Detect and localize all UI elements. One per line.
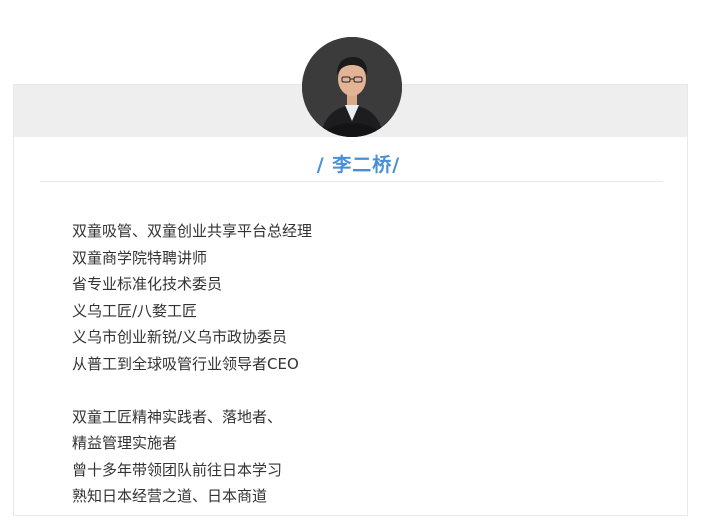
profile-name: / 李二桥/	[316, 154, 401, 176]
bio-line: 义乌市创业新锐/义乌市政协委员	[72, 328, 288, 346]
avatar	[302, 37, 402, 137]
bio-line: 曾十多年带领团队前往日本学习	[72, 460, 283, 479]
bio-text: 双童吸管、双童创业共享平台总经理 双童商学院特聘讲师 省专业标准化技术委员 义乌…	[72, 218, 312, 510]
bio-line: 熟知日本经营之道、日本商道	[72, 487, 268, 505]
bio-line: 双童工匠精神实践者、落地者、	[72, 407, 283, 426]
bio-line: 双童商学院特聘讲师	[72, 248, 208, 267]
bio-line: 义乌工匠/八婺工匠	[72, 301, 198, 320]
bio-line: 精益管理实施者	[72, 434, 178, 452]
divider	[40, 181, 663, 182]
portrait-image	[302, 37, 402, 137]
bio-line: 省专业标准化技术委员	[72, 275, 223, 293]
bio-line: 双童吸管、双童创业共享平台总经理	[72, 222, 313, 240]
profile-page: / 李二桥/ 双童吸管、双童创业共享平台总经理 双童商学院特聘讲师 省专业标准化…	[0, 0, 717, 530]
bio-line: 从普工到全球吸管行业领导者CEO	[72, 354, 299, 373]
